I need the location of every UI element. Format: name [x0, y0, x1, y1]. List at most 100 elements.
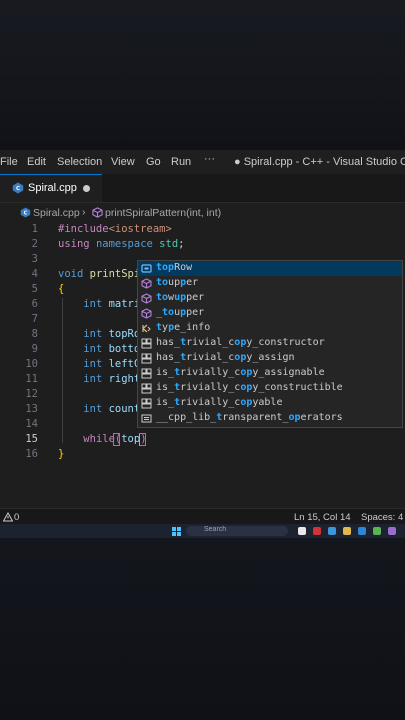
- function-cube-icon: [141, 308, 152, 319]
- suggestion-text: rivially_c: [180, 397, 241, 408]
- suggestion-item[interactable]: is_trivially_copyable: [138, 396, 402, 411]
- suggestion-text: is_: [156, 397, 175, 408]
- suggestion-text: per: [186, 307, 205, 318]
- token-leftc: leftC: [108, 358, 141, 370]
- menu-edit[interactable]: Edit: [27, 156, 46, 168]
- breadcrumb-separator: ›: [82, 206, 86, 218]
- code-line-8: int topRo: [58, 328, 140, 340]
- token-semicolon: ;: [178, 238, 185, 250]
- code-line-1: #include<iostream>: [58, 223, 172, 235]
- suggestion-item[interactable]: _toupper: [138, 306, 402, 321]
- struct-icon: [141, 353, 152, 364]
- line-number: 1: [31, 223, 38, 235]
- edge-browser-icon[interactable]: [328, 527, 336, 535]
- suggestion-text: e_info: [174, 322, 211, 333]
- suggestion-text: rivial_c: [186, 337, 235, 348]
- taskbar-app-icon[interactable]: [388, 527, 396, 535]
- status-bar: 0 Ln 15, Col 14 Spaces: 4: [0, 508, 405, 525]
- suggestion-text: y_constructor: [246, 337, 325, 348]
- suggestion-item[interactable]: has_trivial_copy_assign: [138, 351, 402, 366]
- warning-icon[interactable]: [3, 512, 13, 522]
- menu-selection[interactable]: Selection: [57, 156, 102, 168]
- line-number-active: 15: [25, 433, 38, 445]
- token-botto: botto: [108, 343, 141, 355]
- token-while: while: [83, 433, 115, 445]
- token-count: count: [108, 403, 141, 415]
- code-line-16: }: [58, 448, 64, 460]
- windows-start-icon[interactable]: [172, 527, 181, 536]
- suggestion-match: op: [288, 412, 301, 423]
- tab-bar: C Spiral.cpp: [0, 174, 405, 203]
- suggestion-match: op: [240, 397, 253, 408]
- suggestion-item[interactable]: is_trivially_copy_assignable: [138, 366, 402, 381]
- breadcrumb-symbol[interactable]: printSpiralPattern(int, int): [105, 207, 221, 219]
- task-view-icon[interactable]: [298, 527, 306, 535]
- token-close-brace: }: [58, 448, 65, 460]
- cursor-position[interactable]: Ln 15, Col 14: [294, 512, 351, 523]
- suggestion-text: rivially_c: [180, 382, 241, 393]
- method-cube-icon: [92, 207, 103, 218]
- token-int: int: [83, 403, 103, 415]
- indentation-setting[interactable]: Spaces: 4: [361, 512, 403, 523]
- suggestion-item[interactable]: topRow: [138, 261, 402, 276]
- suggestion-item[interactable]: type_info: [138, 321, 402, 336]
- token-topro: topRo: [108, 328, 141, 340]
- line-number: 14: [25, 418, 38, 430]
- code-line-9: int botto: [58, 343, 140, 355]
- code-line-11: int right: [58, 373, 140, 385]
- line-number: 9: [31, 343, 38, 355]
- taskbar-app-icon[interactable]: [313, 527, 321, 535]
- suggestion-match: op: [234, 352, 247, 363]
- line-number: 6: [31, 298, 38, 310]
- line-number: 13: [25, 403, 38, 415]
- function-cube-icon: [141, 278, 152, 289]
- svg-text:C: C: [16, 186, 20, 192]
- vscode-taskbar-icon[interactable]: [358, 527, 366, 535]
- suggestion-match: to: [156, 292, 169, 303]
- suggestion-text: Row: [174, 262, 193, 273]
- bracket-match-highlight: [113, 433, 120, 446]
- line-number: 3: [31, 253, 38, 265]
- unsaved-dot-icon[interactable]: [83, 185, 90, 192]
- token-int: int: [83, 328, 103, 340]
- suggestion-text: y_assignable: [252, 367, 325, 378]
- menu-go[interactable]: Go: [146, 156, 161, 168]
- line-number: 5: [31, 283, 38, 295]
- vscode-window: File Edit Selection View Go Run ··· ● Sp…: [0, 150, 405, 538]
- suggestion-text: per: [186, 292, 205, 303]
- suggestion-match: to: [162, 307, 175, 318]
- suggestion-item[interactable]: has_trivial_copy_constructor: [138, 336, 402, 351]
- token-function-name: printSpi: [89, 268, 141, 280]
- token-include: #include: [58, 223, 109, 235]
- menu-overflow-button[interactable]: ···: [204, 153, 215, 165]
- file-explorer-icon[interactable]: [343, 527, 351, 535]
- suggestion-match: to: [156, 277, 169, 288]
- suggestion-text: ransparent_: [222, 412, 289, 423]
- code-line-5: {: [58, 283, 64, 295]
- token-namespace: namespace: [95, 238, 153, 250]
- menu-file[interactable]: File: [0, 156, 18, 168]
- menu-run[interactable]: Run: [171, 156, 191, 168]
- windows-taskbar: Search: [0, 524, 405, 538]
- suggestion-text: yable: [252, 397, 283, 408]
- breadcrumb-file[interactable]: Spiral.cpp: [33, 207, 80, 219]
- warning-count[interactable]: 0: [14, 512, 19, 523]
- bracket-match-highlight: [139, 433, 146, 446]
- suggestion-text: has_: [156, 352, 181, 363]
- suggestion-item[interactable]: __cpp_lib_transparent_operators: [138, 411, 402, 426]
- suggestion-text: has_: [156, 337, 181, 348]
- suggestion-item[interactable]: toupper: [138, 276, 402, 291]
- token-top: top: [121, 433, 141, 445]
- suggestion-item[interactable]: is_trivially_copy_constructible: [138, 381, 402, 396]
- video-frame-bottom: [0, 538, 405, 720]
- tab-spiral-cpp[interactable]: C Spiral.cpp: [0, 174, 102, 202]
- breadcrumb: C Spiral.cpp › printSpiralPattern(int, i…: [0, 203, 405, 223]
- taskbar-app-icon[interactable]: [373, 527, 381, 535]
- suggestion-item[interactable]: towupper: [138, 291, 402, 306]
- token-std: std: [159, 238, 179, 250]
- token-matri: matri: [108, 298, 141, 310]
- menu-view[interactable]: View: [111, 156, 135, 168]
- autocomplete-widget[interactable]: topRow toupper towupper _toupper type_in…: [137, 260, 403, 428]
- variable-icon: [141, 264, 152, 273]
- taskbar-search[interactable]: Search: [186, 526, 288, 536]
